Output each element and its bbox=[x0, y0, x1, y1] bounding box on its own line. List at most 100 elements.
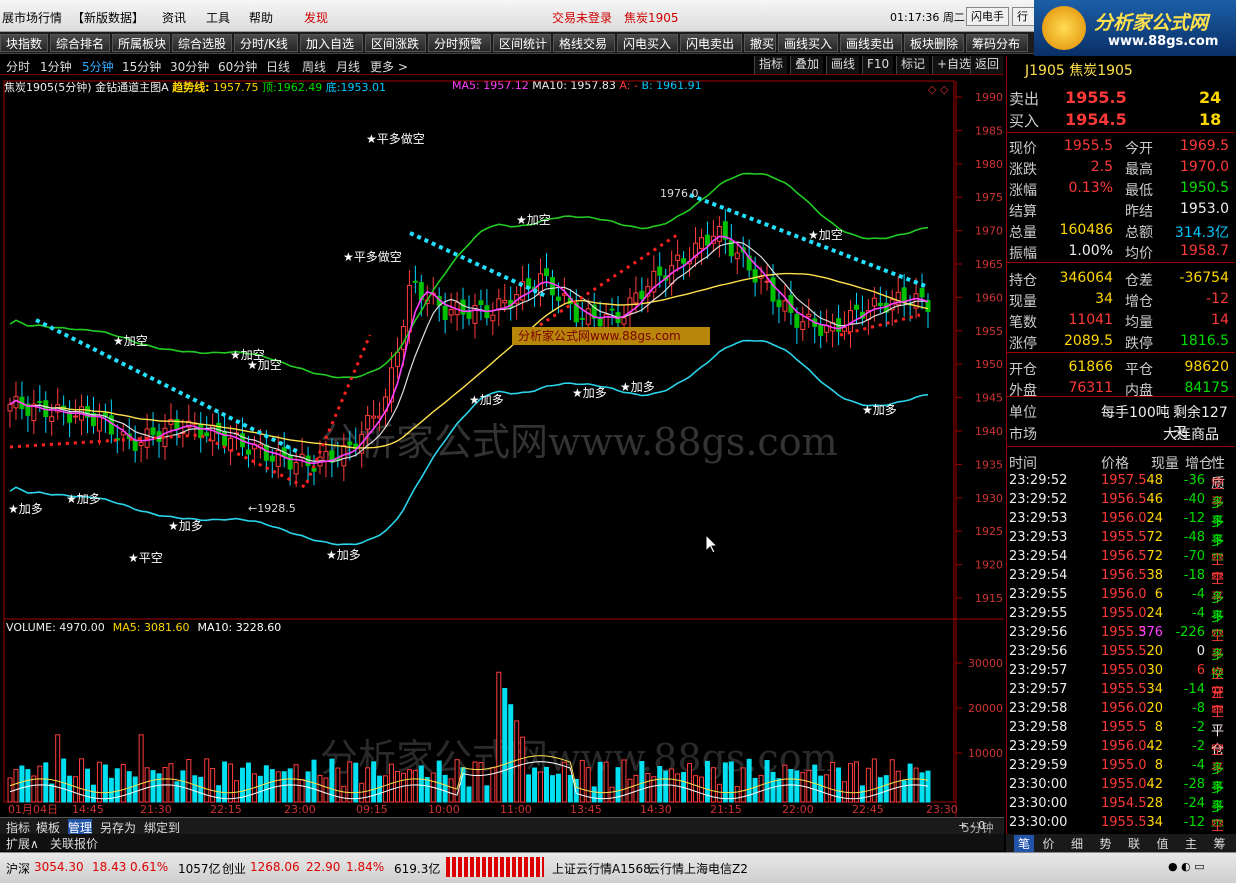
candle-body bbox=[597, 317, 603, 327]
menu-discover[interactable]: 发现 bbox=[304, 9, 328, 26]
tick-time: 23:29:56 bbox=[1009, 625, 1068, 640]
menu-market[interactable]: 展市场行情 bbox=[2, 9, 62, 26]
signal-annotation: ★平空 bbox=[128, 551, 163, 565]
flash-trade-button[interactable]: 闪电手 bbox=[966, 7, 1009, 26]
toolbar-button-15[interactable]: 板块删除 bbox=[904, 34, 964, 52]
tick-price: 1955.5 bbox=[1101, 682, 1147, 697]
draw-line-button[interactable]: 画线 bbox=[826, 56, 860, 74]
add-favorite-button[interactable]: +自选 bbox=[932, 56, 976, 74]
server-2[interactable]: 云行情上海电信Z2 bbox=[648, 860, 748, 877]
period-7[interactable]: 周线 bbox=[302, 58, 326, 75]
candle-body bbox=[675, 254, 681, 261]
candle-body bbox=[406, 284, 412, 333]
stat-value2-2: 1950.5 bbox=[1180, 180, 1229, 196]
quote-button[interactable]: 行情 bbox=[1012, 7, 1036, 26]
status-icons[interactable]: ● ◐ ▭ bbox=[1168, 860, 1228, 874]
period-1[interactable]: 1分钟 bbox=[40, 58, 72, 75]
tick-volume: 20 bbox=[1146, 644, 1163, 659]
quote-tab-7[interactable]: 筹 bbox=[1214, 835, 1226, 852]
toolbar-button-4[interactable]: 分时/K线 bbox=[234, 34, 298, 52]
login-status[interactable]: 交易未登录 bbox=[552, 9, 612, 26]
f10-button[interactable]: F10 bbox=[862, 56, 894, 74]
quote-tab-3[interactable]: 势 bbox=[1100, 835, 1112, 852]
tick-row: 23:29:59 1956.0 42 -2 空平 bbox=[1007, 738, 1235, 777]
volume-bar bbox=[186, 758, 192, 803]
function-toolbar: 块指数 综合排名 所属板块 综合选股 分时/K线 加入自选 区间涨跌 分时预警 区间统计 格线交易… bbox=[0, 32, 1034, 54]
toolbar-button-11[interactable]: 闪电卖出 bbox=[680, 34, 742, 52]
bottom-tab2-0[interactable]: 扩展∧ bbox=[6, 835, 39, 852]
chart-corner-icons[interactable]: ◇ ◇ bbox=[928, 83, 949, 96]
toolbar-button-10[interactable]: 闪电买入 bbox=[617, 34, 678, 52]
sep-2 bbox=[1007, 262, 1235, 263]
volume-bar bbox=[508, 704, 514, 803]
tick-price: 1955.0 bbox=[1101, 777, 1147, 792]
toolbar-button-14[interactable]: 画线卖出 bbox=[840, 34, 902, 52]
period-4[interactable]: 30分钟 bbox=[170, 58, 209, 75]
quote-tab-5[interactable]: 值 bbox=[1157, 835, 1169, 852]
signal-annotation: ★加多 bbox=[620, 380, 655, 394]
toolbar-button-8[interactable]: 区间统计 bbox=[493, 34, 551, 52]
back-button[interactable]: 返回 bbox=[970, 56, 1004, 74]
overlay-button[interactable]: 叠加 bbox=[790, 56, 824, 74]
indicator-button[interactable]: 指标 bbox=[754, 56, 788, 74]
toolbar-button-5[interactable]: 加入自选 bbox=[300, 34, 363, 52]
quote-tab-4[interactable]: 联 bbox=[1128, 835, 1140, 852]
volume-bar bbox=[633, 774, 639, 803]
logo-url: www.88gs.com bbox=[1108, 34, 1219, 49]
toolbar-button-6[interactable]: 区间涨跌 bbox=[365, 34, 426, 52]
price-chart[interactable]: 分析家公式网www.88gs.com 分析家公式网www.88gs.com 1990… bbox=[0, 75, 1004, 817]
stat-label2-8: 均量 bbox=[1125, 315, 1153, 331]
y-tick-label: 1945 bbox=[975, 392, 1003, 405]
menu-help[interactable]: 帮助 bbox=[249, 9, 273, 26]
period-bar: 指标 叠加 画线 F10 标记 +自选 返回 分时 1分钟 5分钟 15分钟 30分钟 6… bbox=[0, 56, 1004, 75]
candle-body bbox=[138, 442, 144, 446]
volume-bar bbox=[919, 772, 925, 803]
stat-value2-10: 98620 bbox=[1184, 359, 1229, 375]
menu-tools[interactable]: 工具 bbox=[206, 9, 230, 26]
stat-label-10: 开仓 bbox=[1009, 362, 1037, 378]
x-tick-label: 11:00 bbox=[500, 803, 532, 816]
quote-tab-0[interactable]: 笔 bbox=[1014, 835, 1035, 852]
stat-row-7: 现量 34 增仓 -12 bbox=[1007, 289, 1235, 310]
bottom-tab2-1[interactable]: 关联报价 bbox=[50, 835, 98, 852]
quote-tab-6[interactable]: 主 bbox=[1185, 835, 1197, 852]
server-1[interactable]: 上证云行情A1568 bbox=[552, 860, 651, 877]
toolbar-button-16[interactable]: 筹码分布 bbox=[966, 34, 1028, 52]
mark-button[interactable]: 标记 bbox=[896, 56, 930, 74]
zoom-controls[interactable]: + - 0 bbox=[958, 819, 985, 832]
menu-new-data[interactable]: 【新版数据】 bbox=[72, 9, 144, 26]
toolbar-button-7[interactable]: 分时预警 bbox=[428, 34, 491, 52]
x-tick-label: 14:30 bbox=[640, 803, 672, 816]
candle-body bbox=[681, 258, 687, 264]
volume-bar bbox=[192, 775, 198, 803]
toolbar-button-1[interactable]: 综合排名 bbox=[50, 34, 110, 52]
period-2[interactable]: 5分钟 bbox=[82, 58, 114, 75]
period-0[interactable]: 分时 bbox=[6, 58, 30, 75]
toolbar-button-9[interactable]: 格线交易 bbox=[553, 34, 615, 52]
period-3[interactable]: 15分钟 bbox=[122, 58, 161, 75]
quote-tab-2[interactable]: 细 bbox=[1071, 835, 1083, 852]
tick-change: -2 bbox=[1192, 739, 1205, 754]
toolbar-button-3[interactable]: 综合选股 bbox=[172, 34, 232, 52]
stat-value2-0: 1969.5 bbox=[1180, 138, 1229, 154]
tick-time: 23:29:52 bbox=[1009, 492, 1068, 507]
volume-bar bbox=[794, 770, 800, 803]
candle-body bbox=[698, 237, 704, 249]
stat-label-2: 涨幅 bbox=[1009, 183, 1037, 199]
tick-row: 23:29:52 1956.5 46 -40 多平 bbox=[1007, 491, 1235, 530]
period-5[interactable]: 60分钟 bbox=[218, 58, 257, 75]
candle-body bbox=[502, 299, 508, 304]
toolbar-button-12[interactable]: 撤买 bbox=[744, 34, 776, 52]
toolbar-button-2[interactable]: 所属板块 bbox=[112, 34, 170, 52]
volume-bar bbox=[138, 734, 144, 803]
toolbar-button-0[interactable]: 块指数 bbox=[0, 34, 48, 52]
toolbar-button-13[interactable]: 画线买入 bbox=[778, 34, 838, 52]
sell-price: 1955.5 bbox=[1065, 88, 1127, 107]
period-8[interactable]: 月线 bbox=[336, 58, 360, 75]
period-6[interactable]: 日线 bbox=[266, 58, 290, 75]
tick-time: 23:29:58 bbox=[1009, 701, 1068, 716]
menu-news[interactable]: 资讯 bbox=[162, 9, 186, 26]
buy-label: 买入 bbox=[1009, 112, 1040, 130]
quote-tab-1[interactable]: 价 bbox=[1043, 835, 1055, 852]
period-9[interactable]: 更多 > bbox=[370, 58, 408, 75]
